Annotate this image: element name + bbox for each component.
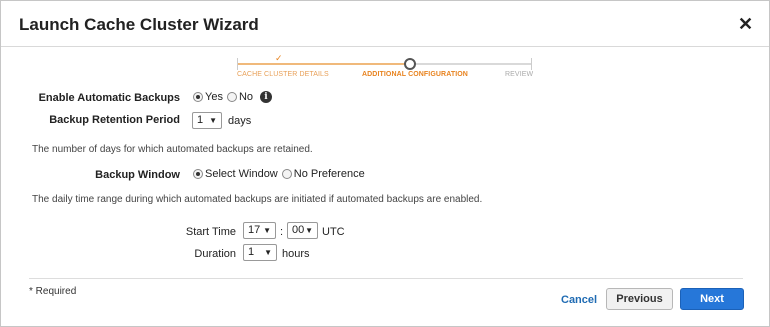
retention-period-label: Backup Retention Period	[49, 114, 180, 126]
checkmark-icon: ✓	[275, 53, 283, 63]
info-icon[interactable]: i	[260, 91, 273, 103]
close-icon[interactable]: ✕	[738, 15, 753, 33]
step-cache-cluster-details[interactable]: CACHE CLUSTER DETAILS	[237, 71, 329, 78]
duration-value: 1	[248, 246, 255, 258]
duration-label: Duration	[194, 248, 236, 260]
retention-unit: days	[228, 115, 252, 127]
start-hour-value: 17	[248, 224, 261, 236]
backup-window-options: Select Window No Preference	[193, 168, 369, 180]
chevron-down-icon: ▼	[305, 226, 313, 235]
start-hour-select[interactable]: 17 ▼	[243, 222, 276, 239]
chevron-down-icon: ▼	[263, 226, 271, 235]
progress-line-done	[237, 63, 409, 65]
no-preference-label[interactable]: No Preference	[294, 168, 365, 180]
backup-window-label: Backup Window	[95, 169, 180, 181]
enable-backups-label: Enable Automatic Backups	[38, 92, 180, 104]
select-window-radio[interactable]	[193, 169, 203, 179]
window-help-text: The daily time range during which automa…	[32, 194, 483, 205]
wizard-progress: ✓ CACHE CLUSTER DETAILS ADDITIONAL CONFI…	[237, 53, 537, 83]
chevron-down-icon: ▼	[209, 116, 217, 125]
footer-divider	[29, 278, 743, 279]
duration-unit: hours	[282, 248, 310, 260]
retention-period-select[interactable]: 1 ▼	[192, 112, 222, 129]
step-tick	[531, 58, 532, 70]
start-time-label: Start Time	[185, 226, 236, 238]
step-tick	[237, 58, 238, 70]
step-additional-configuration: ADDITIONAL CONFIGURATION	[362, 71, 468, 78]
select-window-label[interactable]: Select Window	[205, 168, 278, 180]
previous-button[interactable]: Previous	[606, 288, 673, 310]
dialog-title: Launch Cache Cluster Wizard	[19, 15, 259, 34]
time-separator: :	[280, 226, 284, 238]
start-minute-value: 00	[292, 224, 305, 236]
enable-backups-no-label[interactable]: No	[239, 91, 253, 103]
required-note: * Required	[29, 286, 77, 297]
enable-backups-no-radio[interactable]	[226, 92, 237, 102]
wizard-dialog: Launch Cache Cluster Wizard ✕ ✓ CACHE CL…	[0, 0, 770, 327]
step-review: REVIEW	[505, 71, 534, 78]
cancel-button[interactable]: Cancel	[561, 294, 597, 306]
start-minute-select[interactable]: 00 ▼	[287, 222, 318, 239]
progress-line-todo	[415, 63, 531, 65]
enable-backups-options: Yes No i	[193, 91, 273, 103]
enable-backups-yes-label[interactable]: Yes	[205, 91, 223, 103]
current-step-marker	[404, 58, 416, 70]
timezone-label: UTC	[322, 226, 345, 238]
chevron-down-icon: ▼	[264, 248, 272, 257]
duration-select[interactable]: 1 ▼	[243, 244, 277, 261]
no-preference-radio[interactable]	[281, 169, 292, 179]
dialog-header: Launch Cache Cluster Wizard ✕	[1, 1, 769, 47]
retention-period-value: 1	[197, 114, 204, 126]
next-button[interactable]: Next	[680, 288, 744, 310]
retention-help-text: The number of days for which automated b…	[32, 144, 313, 155]
enable-backups-yes-radio[interactable]	[193, 92, 203, 102]
